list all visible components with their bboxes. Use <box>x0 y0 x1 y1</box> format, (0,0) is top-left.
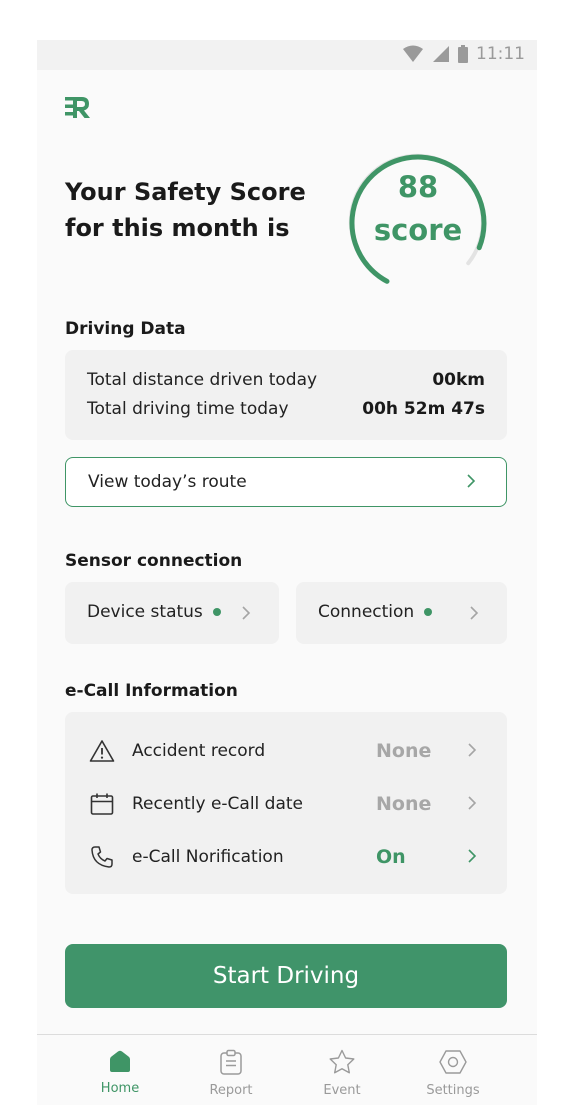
tab-home[interactable]: Home <box>75 1049 165 1096</box>
driving-time-value: 00h 52m 47s <box>362 399 485 419</box>
driving-time-row: Total driving time today 00h 52m 47s <box>87 399 485 419</box>
device-status-card[interactable]: Device status <box>65 582 279 644</box>
chevron-right-icon <box>470 606 479 620</box>
chevron-right-icon <box>468 743 477 757</box>
battery-icon <box>458 45 468 63</box>
ecall-notification-value: On <box>376 846 406 868</box>
accident-record-label: Accident record <box>132 741 266 761</box>
calendar-icon <box>90 793 114 815</box>
settings-icon <box>439 1050 467 1074</box>
view-route-button[interactable]: View today’s route <box>65 457 507 507</box>
chevron-right-icon <box>468 849 477 863</box>
app-screen: 11:11 Your Safety Score for this month i… <box>37 40 537 1105</box>
tab-report-label: Report <box>209 1083 253 1098</box>
headline-line-1: Your Safety Score <box>65 178 306 206</box>
warning-icon <box>89 740 115 762</box>
tab-event-label: Event <box>323 1083 361 1098</box>
accident-record-value: None <box>376 740 432 762</box>
headline-line-2: for this month is <box>65 214 290 242</box>
tab-settings-label: Settings <box>426 1083 480 1098</box>
home-icon <box>110 1050 130 1072</box>
safety-score-headline: Your Safety Score for this month is <box>65 174 325 246</box>
recent-ecall-date-label: Recently e-Call date <box>132 794 304 814</box>
view-route-label: View today’s route <box>88 472 247 492</box>
star-icon <box>329 1049 355 1074</box>
tab-report[interactable]: Report <box>186 1049 276 1098</box>
cell-signal-icon <box>433 46 449 62</box>
connection-card[interactable]: Connection <box>296 582 507 644</box>
driving-data-title: Driving Data <box>65 319 186 339</box>
ecall-information-title: e-Call Information <box>65 681 238 701</box>
chevron-right-icon <box>467 474 476 488</box>
device-status-label: Device status <box>87 602 203 622</box>
connection-label: Connection <box>318 602 415 622</box>
distance-label: Total distance driven today <box>87 370 318 390</box>
accident-record-row[interactable]: Accident record None <box>89 736 489 766</box>
status-time: 11:11 <box>476 44 525 64</box>
distance-value: 00km <box>432 370 485 390</box>
driving-time-label: Total driving time today <box>87 399 289 419</box>
ecall-notification-row[interactable]: e-Call Norification On <box>89 842 489 872</box>
recent-ecall-date-row[interactable]: Recently e-Call date None <box>89 789 489 819</box>
tab-event[interactable]: Event <box>297 1049 387 1098</box>
tab-home-label: Home <box>100 1081 140 1096</box>
tab-settings[interactable]: Settings <box>408 1049 498 1098</box>
device-status-indicator <box>212 608 221 616</box>
driving-data-card: Total distance driven today 00km Total d… <box>65 350 507 440</box>
clipboard-icon <box>220 1049 242 1075</box>
score-unit: score <box>373 213 463 247</box>
distance-row: Total distance driven today 00km <box>87 370 485 390</box>
phone-icon <box>91 846 113 868</box>
recent-ecall-date-value: None <box>376 793 432 815</box>
start-driving-button[interactable]: Start Driving <box>65 944 507 1008</box>
ecall-card: Accident record None Recently e-Call dat… <box>65 712 507 894</box>
sensor-connection-title: Sensor connection <box>65 551 243 571</box>
bottom-tab-bar: Home Report Event Settings <box>37 1034 537 1105</box>
chevron-right-icon <box>468 796 477 810</box>
r-logo-icon <box>65 97 90 118</box>
connection-indicator <box>424 608 433 616</box>
chevron-right-icon <box>242 606 251 620</box>
wifi-icon <box>403 45 423 62</box>
score-value: 88 <box>397 170 439 204</box>
ecall-notification-label: e-Call Norification <box>132 847 284 867</box>
status-bar: 11:11 <box>37 40 537 70</box>
